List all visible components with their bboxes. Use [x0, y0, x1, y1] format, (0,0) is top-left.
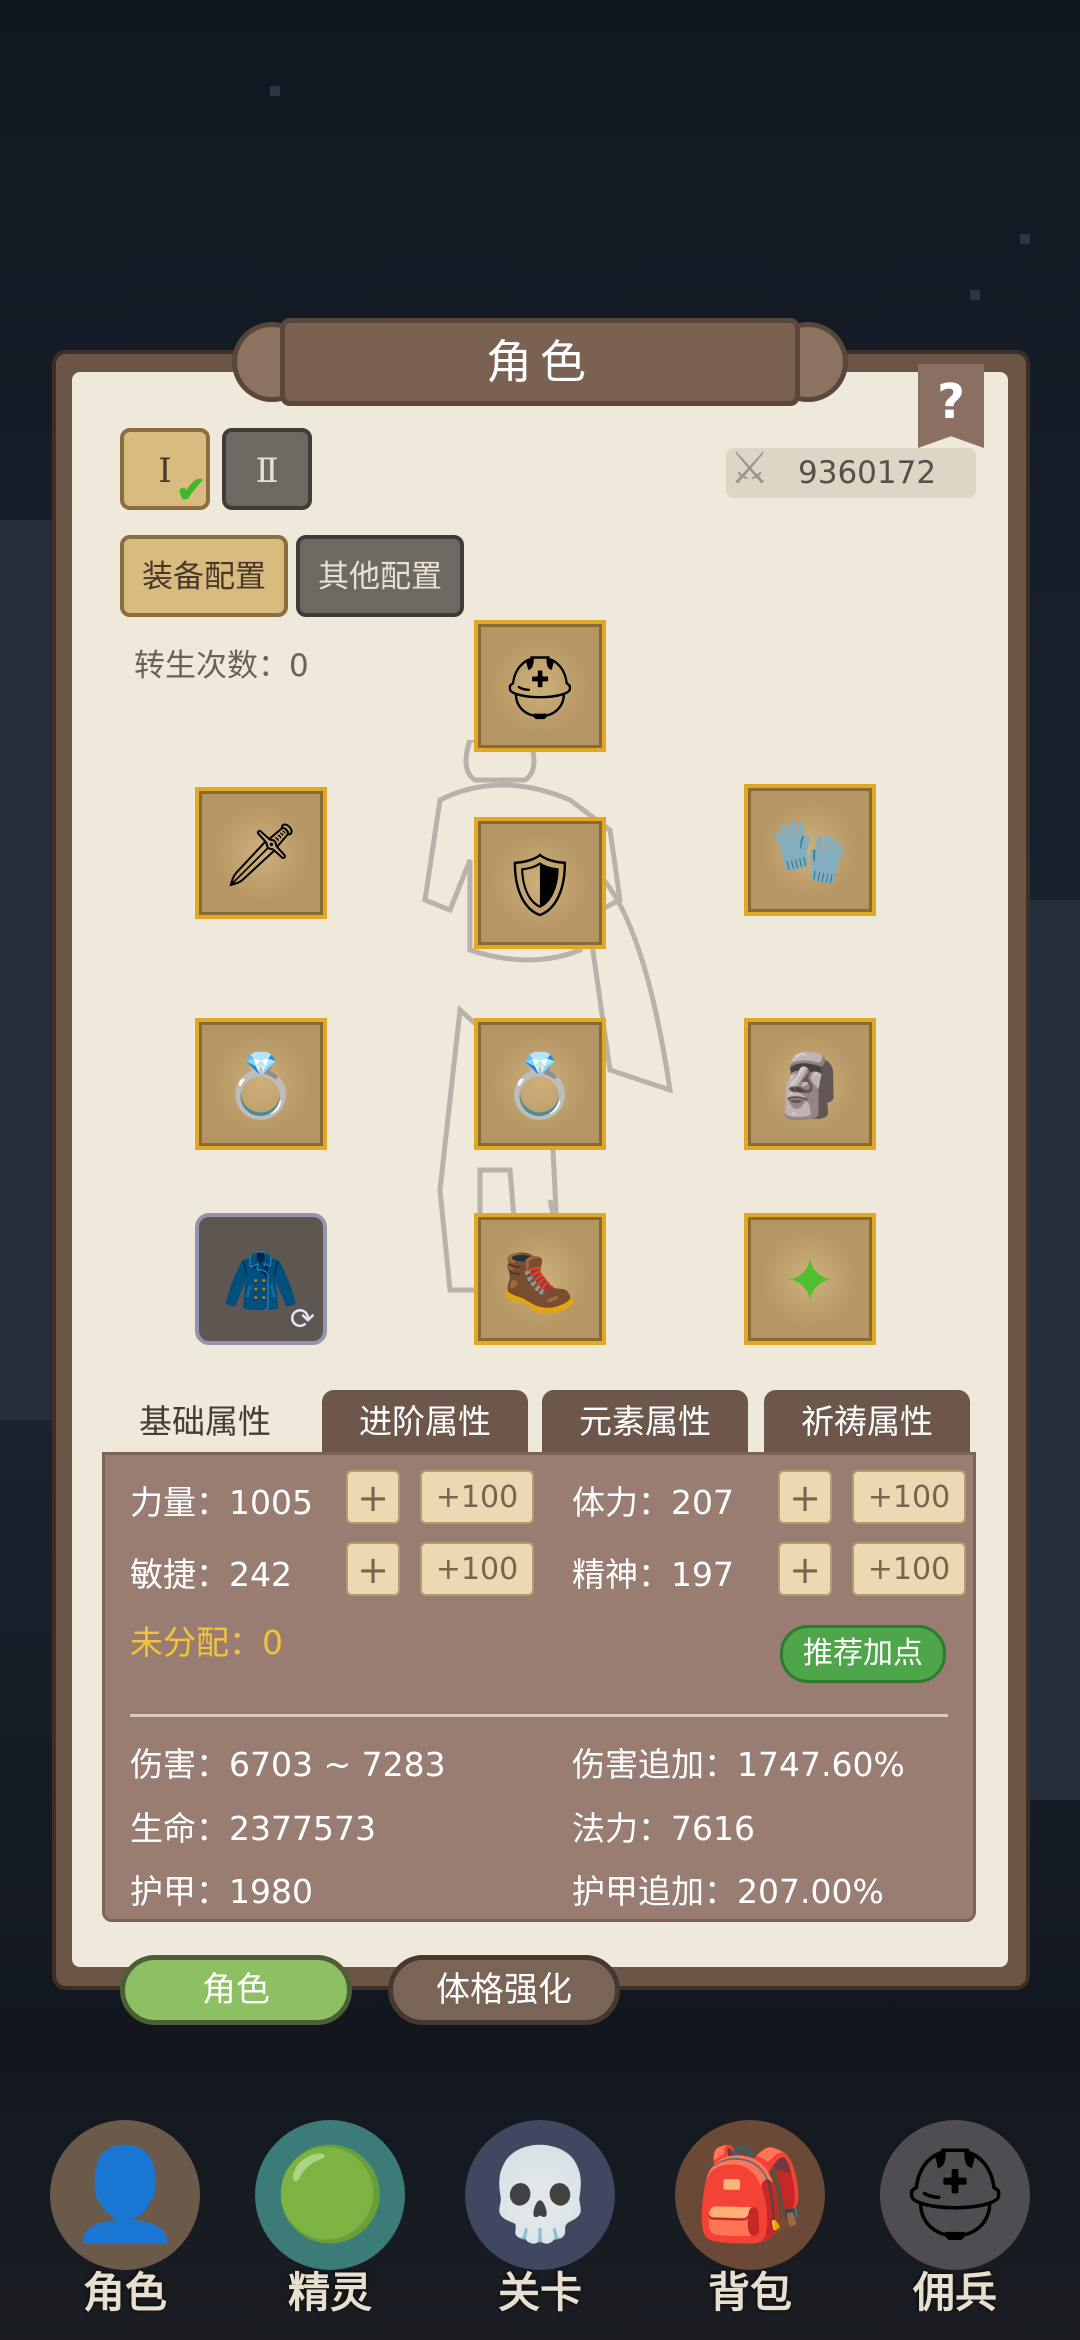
equip-slot-pauldron[interactable]: 🗿	[744, 1018, 876, 1150]
tab-basic-attributes[interactable]: 基础属性	[102, 1390, 308, 1454]
nav-label: 背包	[707, 2268, 792, 2317]
backpack-icon: 🎒	[675, 2120, 825, 2270]
set-tab-2-label: Ⅱ	[255, 451, 279, 491]
star-decor	[970, 290, 980, 300]
strength-plus100-button[interactable]: +100	[420, 1470, 534, 1524]
agility-plus100-button[interactable]: +100	[420, 1542, 534, 1596]
nav-item-character[interactable]: 👤 角色	[40, 2120, 210, 2320]
nav-item-backpack[interactable]: 🎒 背包	[665, 2120, 835, 2320]
spirit-plus100-button[interactable]: +100	[852, 1542, 966, 1596]
armor-icon: 🛡	[500, 848, 580, 921]
equip-slot-cloak[interactable]: 🧥 ⟳	[195, 1213, 327, 1345]
star-decor	[1020, 234, 1030, 244]
agility-stat: 敏捷：242	[130, 1555, 292, 1594]
swap-icon[interactable]: ⟳	[290, 1302, 315, 1337]
boots-icon: 🥾	[501, 1244, 579, 1317]
nav-label: 佣兵	[912, 2268, 997, 2317]
set-tab-1[interactable]: Ⅰ ✔	[120, 428, 210, 510]
stamina-plus100-button[interactable]: +100	[852, 1470, 966, 1524]
agility-plus-button[interactable]: +	[346, 1542, 400, 1596]
star-decor	[270, 86, 280, 96]
divider	[130, 1714, 948, 1717]
mountain-decor	[0, 520, 60, 1420]
equip-slot-bracelet[interactable]: 💍	[195, 1018, 327, 1150]
help-button[interactable]: ?	[918, 364, 984, 448]
other-config-button[interactable]: 其他配置	[296, 535, 464, 617]
armor-bonus-stat: 护甲追加：207.00%	[572, 1872, 884, 1911]
nav-label: 精灵	[287, 2268, 372, 2317]
pauldron-icon: 🗿	[771, 1049, 849, 1122]
combat-power: ⚔ 9360172	[726, 444, 976, 498]
tab-advanced-attributes[interactable]: 进阶属性	[322, 1390, 528, 1454]
equip-slot-gauntlet[interactable]: 🧤	[744, 784, 876, 916]
crossed-swords-icon: ⚔	[730, 443, 770, 494]
equip-slot-helmet[interactable]: ⛑	[474, 620, 606, 752]
ring-icon: 💍	[501, 1049, 579, 1122]
equip-slot-weapon[interactable]: 🗡	[195, 787, 327, 919]
equip-config-button[interactable]: 装备配置	[120, 535, 288, 617]
strength-plus-button[interactable]: +	[346, 1470, 400, 1524]
damage-bonus-stat: 伤害追加：1747.60%	[572, 1745, 905, 1784]
nav-label: 角色	[82, 2268, 167, 2317]
check-icon: ✔	[176, 469, 207, 511]
mountain-decor	[1030, 900, 1080, 1800]
equip-slot-ring[interactable]: 💍	[474, 1018, 606, 1150]
combat-power-value: 9360172	[798, 455, 937, 491]
bracelet-icon: 💍	[222, 1049, 300, 1122]
equip-slot-boots[interactable]: 🥾	[474, 1213, 606, 1345]
gauntlet-icon: 🧤	[771, 815, 849, 888]
stamina-plus-button[interactable]: +	[778, 1470, 832, 1524]
strength-stat: 力量：1005	[130, 1483, 313, 1522]
damage-stat: 伤害：6703 ~ 7283	[130, 1745, 446, 1784]
set-tab-1-label: Ⅰ	[158, 451, 172, 491]
nav-item-mercenary[interactable]: ⛑ 佣兵	[870, 2120, 1040, 2320]
spirit-stat: 精神：197	[572, 1555, 734, 1594]
nav-label: 关卡	[497, 2268, 582, 2317]
hp-stat: 生命：2377573	[130, 1809, 376, 1848]
subtab-physique[interactable]: 体格强化	[388, 1955, 620, 2025]
subtab-character[interactable]: 角色	[120, 1955, 352, 2025]
nav-item-stage[interactable]: 💀 关卡	[455, 2120, 625, 2320]
skull-icon: 💀	[465, 2120, 615, 2270]
mp-stat: 法力：7616	[572, 1809, 755, 1848]
recommend-points-button[interactable]: 推荐加点	[780, 1625, 946, 1683]
tab-prayer-attributes[interactable]: 祈祷属性	[764, 1390, 970, 1454]
unallocated-points: 未分配：0	[130, 1623, 283, 1662]
rebirth-count: 转生次数：0	[134, 648, 309, 684]
equip-slot-gem[interactable]: ✦	[744, 1213, 876, 1345]
knight-helmet-icon: ⛑	[880, 2120, 1030, 2270]
set-tab-2[interactable]: Ⅱ	[222, 428, 312, 510]
equip-slot-armor[interactable]: 🛡	[474, 817, 606, 949]
sprite-icon: 🟢	[255, 2120, 405, 2270]
spirit-plus-button[interactable]: +	[778, 1542, 832, 1596]
gem-icon: ✦	[784, 1244, 836, 1317]
stamina-stat: 体力：207	[572, 1483, 734, 1522]
nav-item-sprite[interactable]: 🟢 精灵	[245, 2120, 415, 2320]
helmet-icon: ⛑	[500, 651, 580, 724]
tab-element-attributes[interactable]: 元素属性	[542, 1390, 748, 1454]
character-icon: 👤	[50, 2120, 200, 2270]
armor-stat: 护甲：1980	[130, 1872, 313, 1911]
page-title: 角色	[280, 318, 800, 406]
weapon-icon: 🗡	[221, 818, 301, 891]
